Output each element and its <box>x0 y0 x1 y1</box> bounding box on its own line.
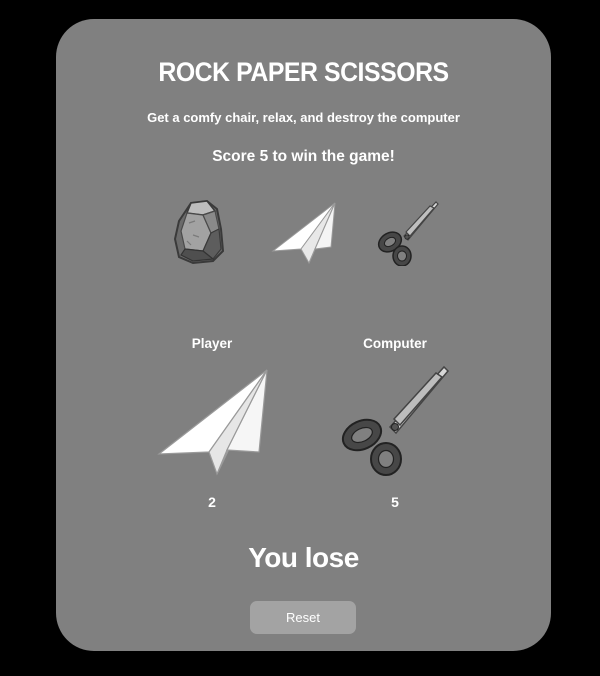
computer-score: 5 <box>391 494 399 510</box>
player-label: Player <box>191 336 233 351</box>
scissors-choice-button[interactable] <box>374 200 440 266</box>
subtitle: Get a comfy chair, relax, and destroy th… <box>147 110 460 125</box>
paper-plane-icon <box>157 369 268 476</box>
game-card: ROCK PAPER SCISSORS Get a comfy chair, r… <box>56 19 551 651</box>
reset-button[interactable]: Reset <box>250 601 356 634</box>
goal-text: Score 5 to win the game! <box>212 148 395 165</box>
computer-choice-display <box>340 365 450 477</box>
computer-label: Computer <box>363 336 427 351</box>
player-choice-display <box>157 368 269 476</box>
player-score: 2 <box>208 494 216 510</box>
paper-choice-button[interactable] <box>271 201 337 265</box>
rock-choice-button[interactable] <box>173 199 227 265</box>
rock-icon <box>173 199 225 265</box>
scissors-icon <box>377 201 439 266</box>
page-title: ROCK PAPER SCISSORS <box>158 57 449 87</box>
scissors-icon <box>341 365 450 476</box>
paper-plane-icon <box>271 202 336 265</box>
result-text: You lose <box>248 542 359 573</box>
